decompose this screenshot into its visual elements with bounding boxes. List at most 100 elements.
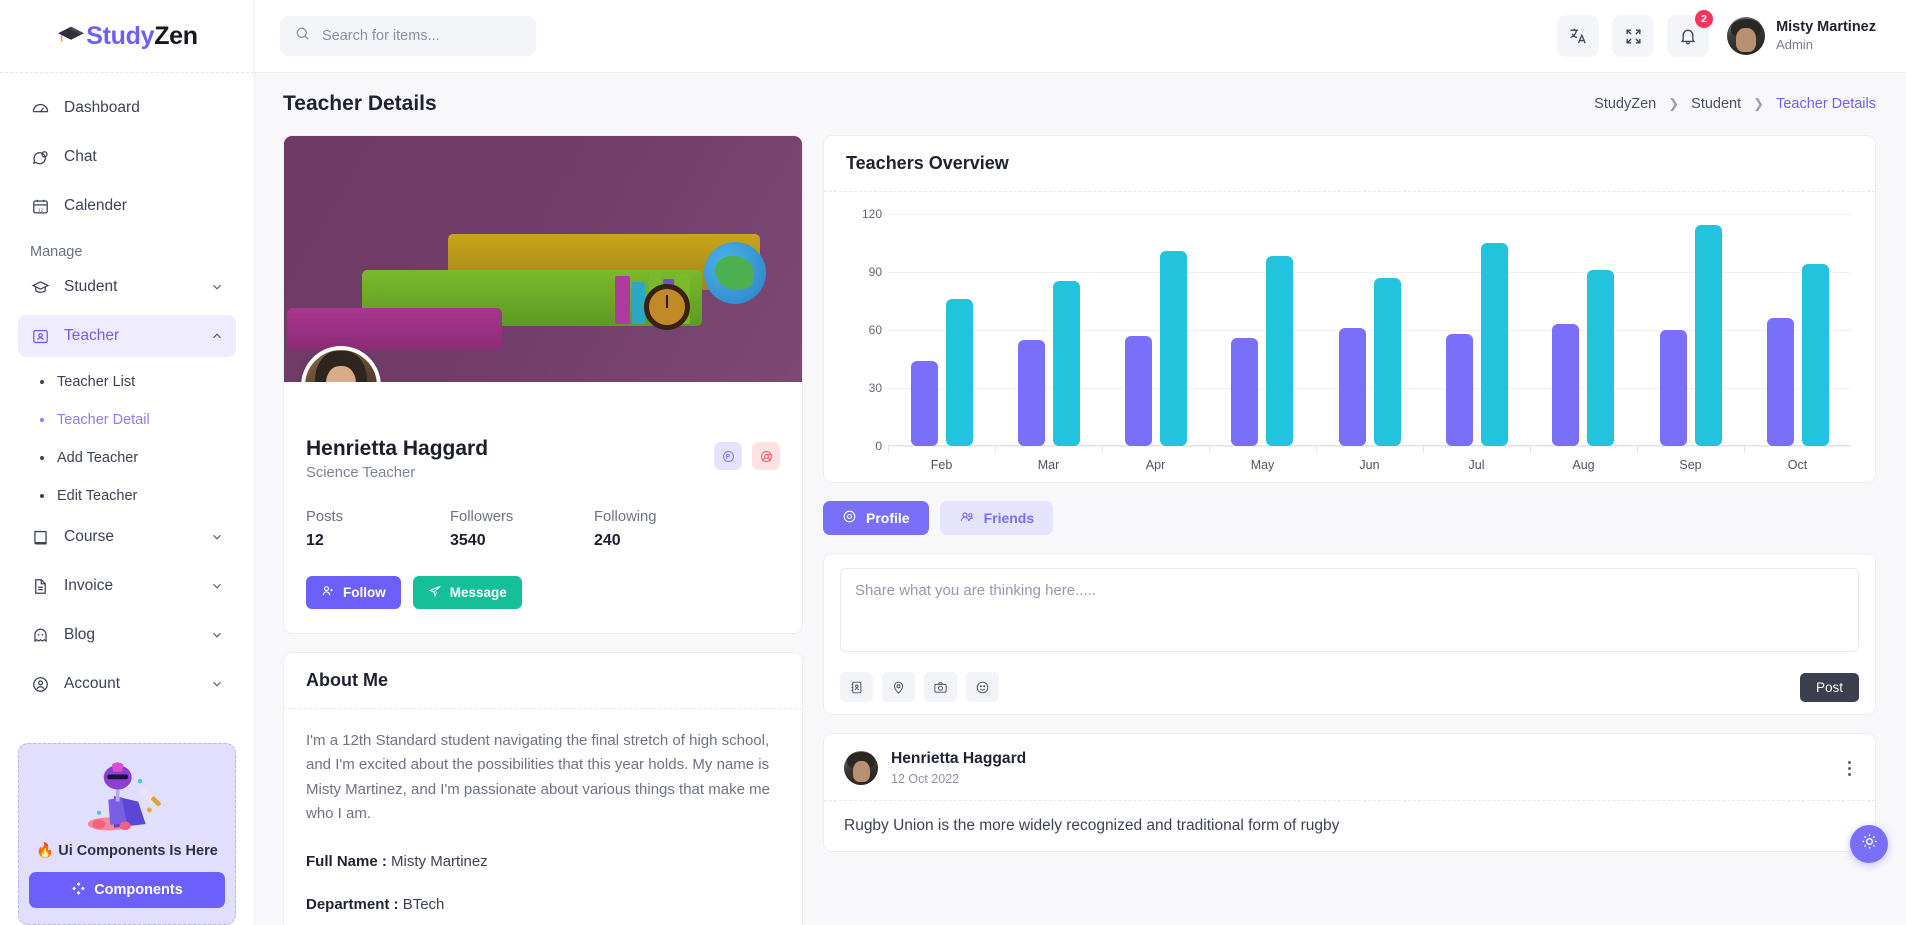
chart-bar	[1373, 277, 1401, 446]
chart-y-tick-label: 30	[868, 380, 882, 395]
sidebar-subitem-edit-teacher[interactable]: Edit Teacher	[18, 478, 236, 514]
bullet-icon	[40, 456, 44, 460]
sidebar-item-label: Teacher	[64, 327, 120, 344]
chart-body: 0 30 60 90 120 Feb Mar Apr May Jun Jul Aug Sep Oct	[824, 192, 1875, 482]
sidebar-subitem-add-teacher[interactable]: Add Teacher	[18, 440, 236, 476]
avatar	[844, 751, 878, 785]
message-label: Message	[449, 585, 507, 600]
about-bio: I'm a 12th Standard student navigating t…	[306, 732, 770, 822]
chart-plot-area	[888, 206, 1851, 446]
sidebar-item-label: Invoice	[64, 577, 114, 594]
chart-gridline	[888, 446, 1851, 447]
profile-body: Henrietta Haggard Science Teacher Posts …	[284, 382, 802, 633]
chart-y-tick-label: 90	[868, 264, 882, 279]
fullscreen-icon[interactable]	[1612, 15, 1655, 57]
chrome-icon[interactable]	[752, 442, 780, 470]
tab-friends[interactable]: Friends	[939, 501, 1054, 535]
contact-book-icon[interactable]	[840, 672, 873, 702]
promo-illustration-icon	[29, 758, 225, 834]
stat-label: Posts	[306, 509, 344, 525]
sidebar-item-invoice[interactable]: Invoice	[18, 565, 236, 607]
chart-x-tick-label: Mar	[1037, 458, 1060, 472]
user-plus-icon	[321, 584, 335, 601]
chevron-down-icon	[210, 628, 224, 642]
chart-bar	[1694, 225, 1722, 446]
follow-label: Follow	[343, 585, 386, 600]
chart-bar	[1552, 324, 1580, 446]
search-box[interactable]	[280, 16, 536, 56]
camera-icon[interactable]	[924, 672, 957, 702]
sidebar-item-label: Account	[64, 675, 121, 692]
profile-stats: Posts 12 Followers 3540 Following 240	[306, 509, 780, 550]
behance-icon[interactable]	[714, 442, 742, 470]
breadcrumb-item-studyzen[interactable]: StudyZen	[1594, 96, 1656, 112]
sidebar-subitem-label: Add Teacher	[57, 450, 139, 466]
sidebar: StudyZen Dashboard Chat 12 Calender Mana…	[0, 0, 255, 925]
promo-card: 🔥 Ui Components Is Here Components	[18, 743, 236, 925]
sidebar-item-course[interactable]: Course	[18, 516, 236, 558]
chart-x-tick-label: Aug	[1572, 458, 1595, 472]
promo-title: 🔥 Ui Components Is Here	[36, 843, 218, 859]
user-menu[interactable]: Misty Martinez Admin	[1727, 17, 1876, 55]
post-button[interactable]: Post	[1799, 672, 1859, 702]
bell-icon[interactable]: 2	[1667, 10, 1714, 57]
chart-bar	[1445, 333, 1473, 446]
document-icon	[30, 576, 50, 596]
smiley-icon[interactable]	[966, 672, 999, 702]
brand-part-1: Study	[86, 21, 155, 50]
topbar: 2 Misty Martinez Admin	[255, 0, 1906, 73]
sidebar-item-dashboard[interactable]: Dashboard	[18, 87, 236, 129]
sidebar-item-blog[interactable]: Blog	[18, 614, 236, 656]
topbar-actions: 2 Misty Martinez Admin	[1557, 10, 1876, 57]
chart-bar	[1017, 339, 1045, 446]
stat-value: 240	[594, 532, 621, 549]
composer-textarea[interactable]	[840, 568, 1859, 652]
about-row-full-name: Full Name : Misty Martinez	[306, 850, 780, 874]
chart-bar-group	[1209, 206, 1316, 446]
sidebar-item-teacher[interactable]: Teacher	[18, 315, 236, 357]
location-pin-icon[interactable]	[882, 672, 915, 702]
chart-x-tick	[1743, 446, 1745, 453]
sidebar-item-label: Course	[64, 528, 114, 545]
diamond-grid-icon	[71, 881, 86, 900]
kebab-menu-icon[interactable]	[1844, 757, 1855, 780]
sidebar-item-student[interactable]: Student	[18, 266, 236, 308]
notification-badge: 2	[1695, 10, 1714, 28]
sidebar-item-calender[interactable]: 12 Calender	[18, 185, 236, 227]
feed-post-text: Rugby Union is the more widely recognize…	[844, 817, 1340, 834]
main-area: 2 Misty Martinez Admin Teacher Details S…	[255, 0, 1906, 925]
chart-x-tick	[995, 446, 996, 453]
sidebar-item-label: Chat	[64, 148, 97, 165]
breadcrumb-item-student[interactable]: Student	[1691, 96, 1741, 112]
components-button[interactable]: Components	[29, 872, 225, 908]
chart-bar-group	[1530, 206, 1637, 446]
cover-book	[615, 276, 630, 324]
sidebar-subitem-teacher-detail[interactable]: Teacher Detail	[18, 402, 236, 438]
sidebar-item-account[interactable]: Account	[18, 663, 236, 705]
sidebar-nav: Dashboard Chat 12 Calender Manage Studen…	[0, 73, 254, 729]
message-button[interactable]: Message	[412, 576, 522, 609]
composer: Post	[824, 554, 1875, 714]
brand-logo-block[interactable]: StudyZen	[0, 0, 254, 73]
cover-image	[284, 136, 802, 382]
translate-icon[interactable]	[1557, 15, 1600, 57]
sidebar-subitem-teacher-list[interactable]: Teacher List	[18, 364, 236, 400]
send-icon	[427, 584, 442, 601]
search-input[interactable]	[322, 28, 522, 44]
tab-profile[interactable]: Profile	[823, 501, 929, 535]
stat-following: Following 240	[594, 509, 738, 550]
sidebar-item-chat[interactable]: Chat	[18, 136, 236, 178]
chart-x-tick	[1315, 446, 1317, 453]
sidebar-subitem-label: Edit Teacher	[57, 488, 138, 504]
user-circle-icon	[842, 509, 857, 527]
teachers-overview-chart: 0 30 60 90 120 Feb Mar Apr May Jun Jul Aug Sep Oct	[842, 206, 1857, 472]
chart-bar	[1266, 256, 1294, 446]
user-name: Misty Martinez	[1776, 19, 1876, 36]
follow-button[interactable]: Follow	[306, 576, 401, 609]
chart-y-tick-label: 0	[875, 439, 882, 453]
theme-toggle-button[interactable]	[1850, 825, 1888, 863]
chart-bar-group	[1637, 206, 1744, 446]
sidebar-item-label: Student	[64, 278, 118, 295]
graduation-cap-icon	[56, 23, 86, 49]
breadcrumb-item-teacher-details[interactable]: Teacher Details	[1776, 96, 1876, 112]
